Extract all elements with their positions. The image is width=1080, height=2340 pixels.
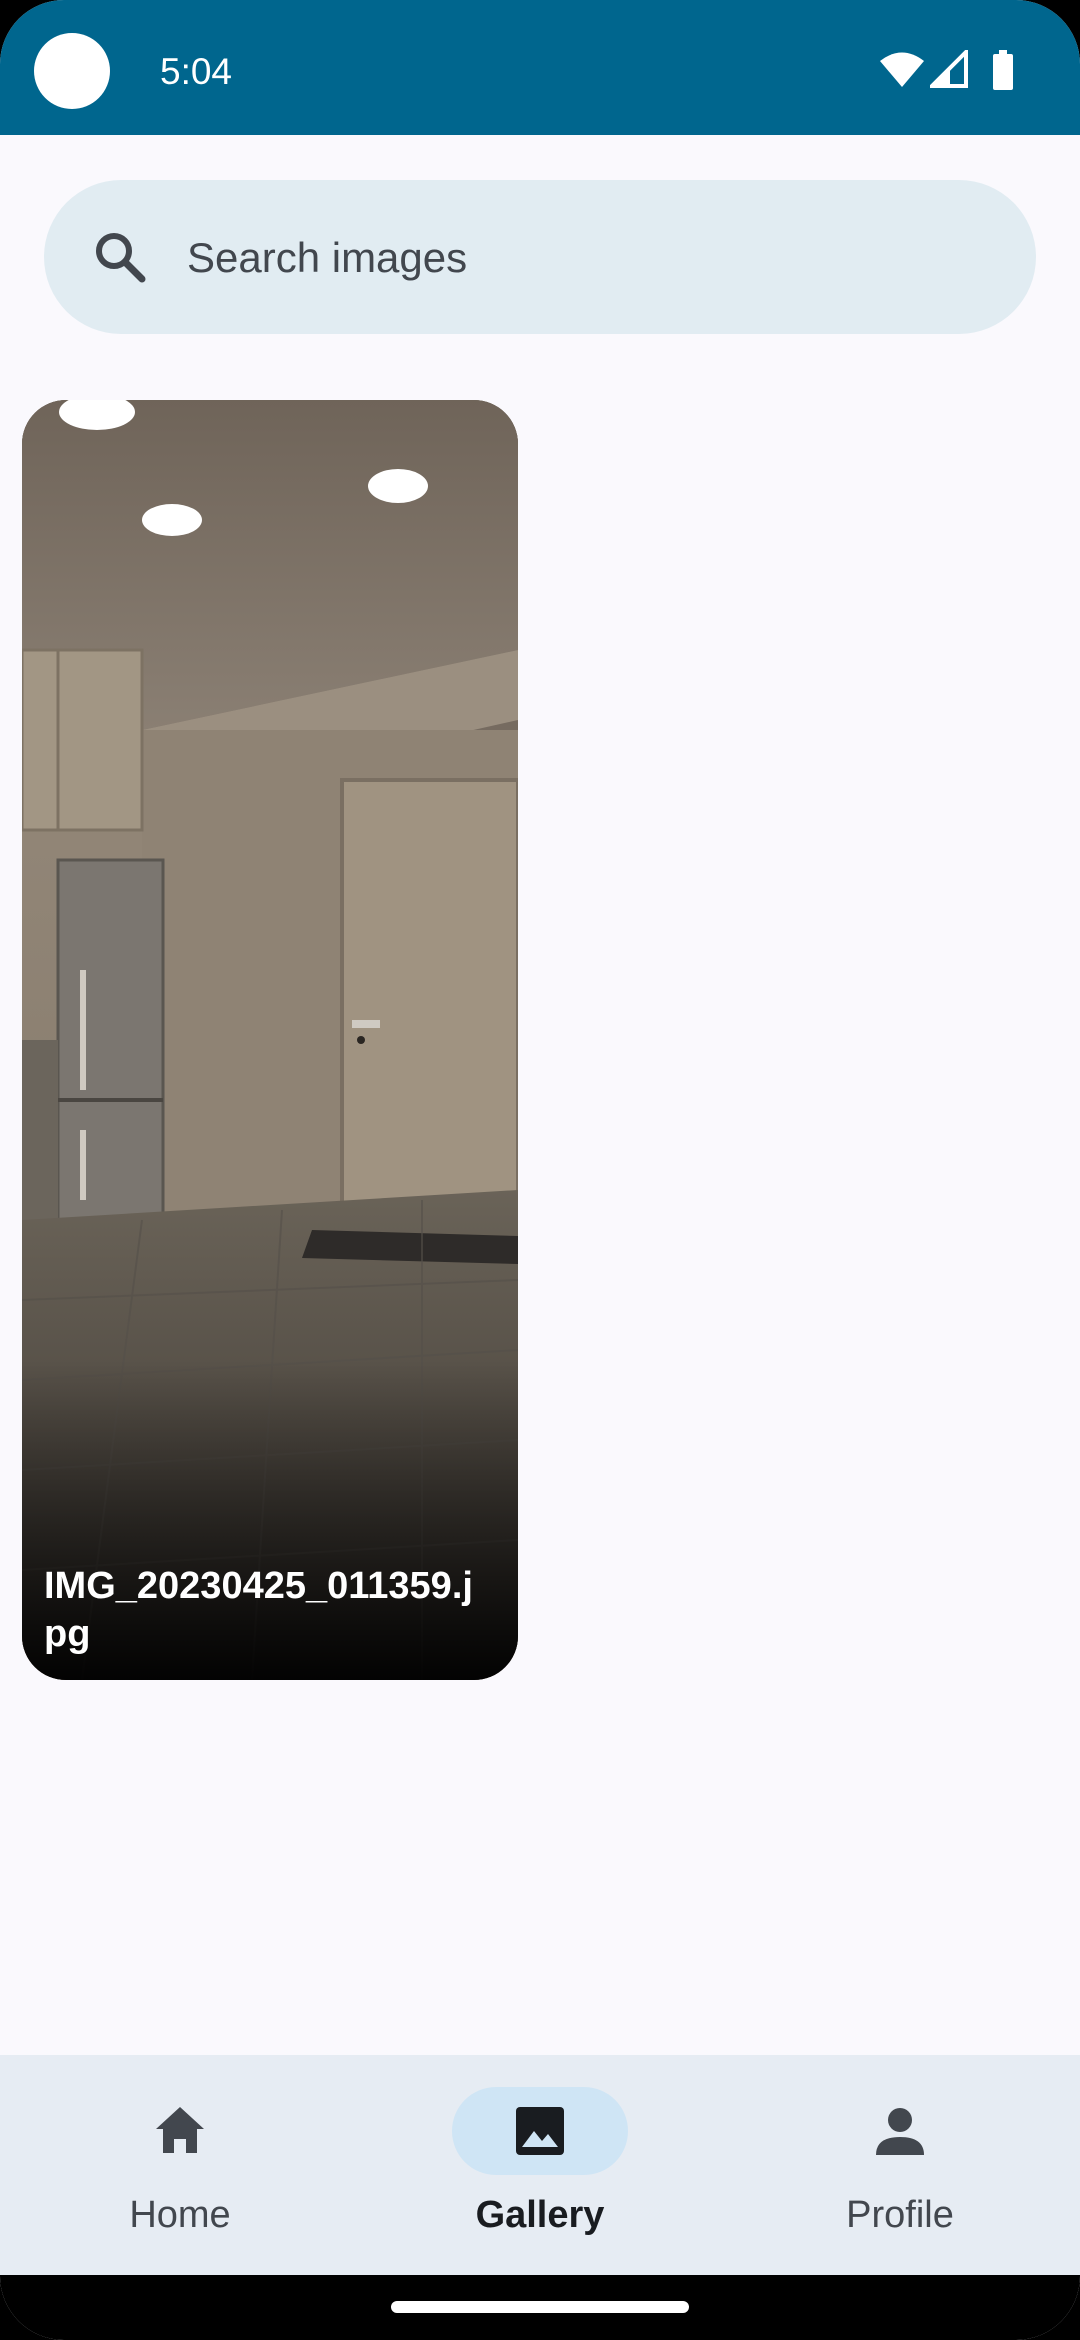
home-indicator[interactable] xyxy=(391,2301,689,2313)
nav-label-profile: Profile xyxy=(846,2194,954,2236)
nav-icon-container xyxy=(92,2087,268,2175)
wifi-icon xyxy=(880,52,924,87)
nav-item-gallery[interactable]: Gallery xyxy=(360,2055,720,2275)
nav-label-gallery: Gallery xyxy=(475,2194,605,2236)
phone-screen: 5:04 Search images IMG_20230425_011359.j… xyxy=(0,0,1080,2340)
nav-label-home: Home xyxy=(129,2194,231,2236)
search-input[interactable] xyxy=(187,228,967,288)
home-icon xyxy=(156,2107,204,2153)
nav-active-indicator xyxy=(452,2087,628,2175)
status-time: 5:04 xyxy=(160,51,233,92)
status-icons xyxy=(780,0,1080,135)
image-icon xyxy=(516,2107,564,2155)
image-thumbnail xyxy=(22,400,518,1680)
camera-cutout xyxy=(34,33,110,109)
nav-icon-container xyxy=(812,2087,988,2175)
person-icon xyxy=(876,2108,924,2155)
search-icon[interactable] xyxy=(90,227,150,287)
nav-item-home[interactable]: Home xyxy=(0,2055,360,2275)
status-bar: 5:04 xyxy=(0,0,1080,135)
nav-item-profile[interactable]: Profile xyxy=(720,2055,1080,2275)
bottom-navigation-bar: Home Gallery Profile xyxy=(0,2055,1080,2275)
battery-icon xyxy=(993,50,1013,90)
image-filename: IMG_20230425_011359.jpg xyxy=(44,1565,473,1655)
cellular-signal-icon xyxy=(930,50,968,88)
gallery-image-card[interactable]: IMG_20230425_011359.jpg xyxy=(22,400,518,1680)
